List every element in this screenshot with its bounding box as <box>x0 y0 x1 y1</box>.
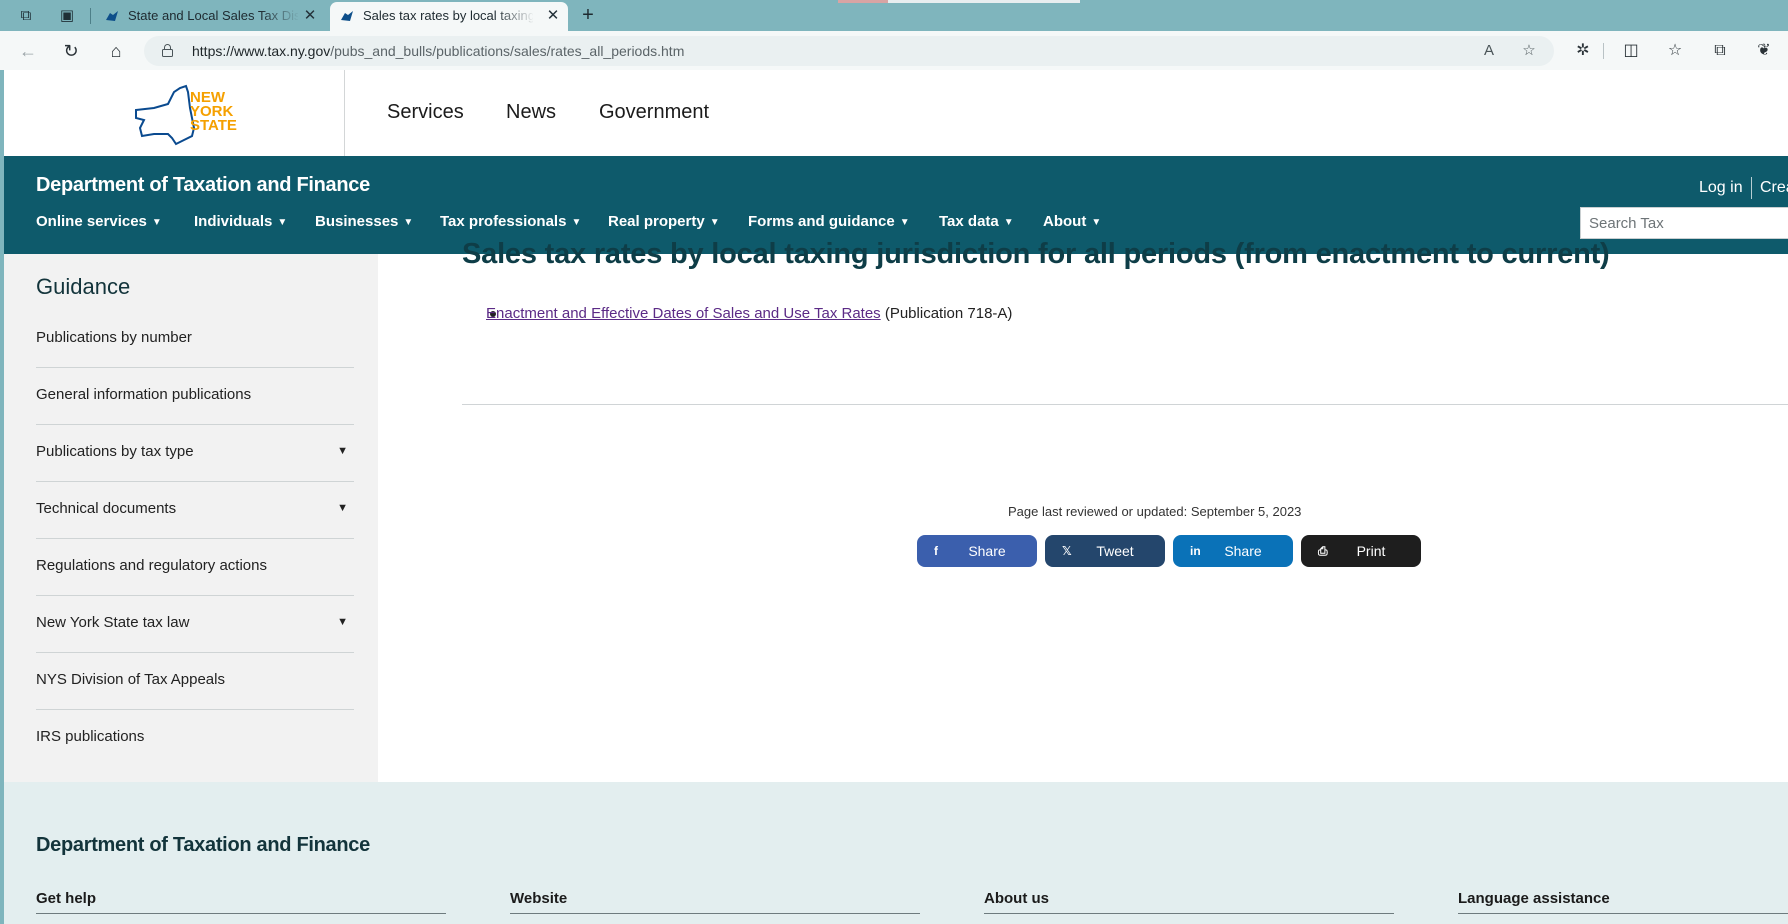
create-account-link[interactable]: Create account <box>1760 179 1788 197</box>
copilot-icon[interactable]: ❦ <box>1752 39 1776 63</box>
page-title: Sales tax rates by local taxing jurisdic… <box>462 238 1610 270</box>
expand-arrow-icon[interactable]: ▼ <box>337 616 348 628</box>
home-icon[interactable]: ⌂ <box>104 39 128 63</box>
sidebar-item-general-information[interactable]: General information publications <box>36 368 354 425</box>
header-divider <box>344 70 345 156</box>
window-edge-decoration <box>838 0 888 3</box>
linkedin-share-button[interactable]: in Share <box>1173 535 1293 567</box>
search-box[interactable] <box>1580 207 1788 239</box>
sidebar-item-irs-publications[interactable]: IRS publications <box>36 710 354 767</box>
caret-down-icon: ▼ <box>151 217 162 228</box>
publication-718a-link[interactable]: Enactment and Effective Dates of Sales a… <box>486 305 881 322</box>
services-link[interactable]: Services <box>387 101 464 124</box>
sidebar-item-publications-by-number[interactable]: Publications by number <box>36 311 354 368</box>
footer-column-get-help[interactable]: Get help <box>36 890 446 914</box>
browser-tab-bar: ⧉ ▣ State and Local Sales Tax Distribu ✕… <box>0 0 1788 31</box>
footer-column-about-us[interactable]: About us <box>984 890 1394 914</box>
favorites-icon[interactable]: ☆ <box>1663 39 1687 63</box>
divider <box>462 404 1788 405</box>
read-aloud-icon[interactable]: A <box>1478 40 1500 62</box>
expand-arrow-icon[interactable]: ▼ <box>337 502 348 514</box>
nav-real-property[interactable]: Real property ▼ <box>608 213 720 230</box>
new-tab-icon[interactable]: + <box>578 4 598 26</box>
browser-tab-sales-tax-rates[interactable]: Sales tax rates by local taxing juri ✕ <box>330 2 568 31</box>
caret-down-icon: ▼ <box>899 217 910 228</box>
collections-icon[interactable]: ⧉ <box>1708 39 1732 63</box>
lock-icon <box>162 44 173 57</box>
caret-down-icon: ▼ <box>277 217 288 228</box>
nys-logo[interactable]: NEW YORK STATE <box>124 78 244 148</box>
page-footer: Department of Taxation and Finance Get h… <box>4 782 1788 924</box>
nav-businesses[interactable]: Businesses ▼ <box>315 213 413 230</box>
caret-down-icon: ▼ <box>709 217 720 228</box>
caret-down-icon: ▼ <box>1003 217 1014 228</box>
svg-text:STATE: STATE <box>190 117 237 134</box>
nav-individuals[interactable]: Individuals ▼ <box>194 213 287 230</box>
facebook-share-button[interactable]: f Share <box>917 535 1037 567</box>
print-button[interactable]: ⎙ Print <box>1301 535 1421 567</box>
nav-tax-data[interactable]: Tax data ▼ <box>939 213 1014 230</box>
list-item: Enactment and Effective Dates of Sales a… <box>486 305 1013 322</box>
footer-column-language-assistance[interactable]: Language assistance <box>1458 890 1788 914</box>
extensions-icon[interactable]: ✲ <box>1571 39 1595 63</box>
nav-about[interactable]: About ▼ <box>1043 213 1101 230</box>
expand-arrow-icon[interactable]: ▼ <box>337 445 348 457</box>
url-text: https://www.tax.ny.gov/pubs_and_bulls/pu… <box>192 43 685 59</box>
close-tab-icon[interactable]: ✕ <box>301 2 319 30</box>
favorite-star-icon[interactable]: ☆ <box>1518 40 1540 62</box>
search-input[interactable] <box>1581 208 1788 238</box>
sidebar-item-regulations[interactable]: Regulations and regulatory actions <box>36 539 354 596</box>
footer-column-website[interactable]: Website <box>510 890 920 914</box>
split-screen-icon[interactable]: ◫ <box>1619 39 1643 63</box>
address-bar: ← ↻ ⌂ https://www.tax.ny.gov/pubs_and_bu… <box>0 31 1788 70</box>
caret-down-icon: ▼ <box>403 217 414 228</box>
window-edge-decoration <box>888 0 1080 3</box>
login-link[interactable]: Log in <box>1699 179 1743 197</box>
nav-tax-professionals[interactable]: Tax professionals ▼ <box>440 213 581 230</box>
collections-icon[interactable]: ⧉ <box>16 6 36 26</box>
sidebar-item-publications-by-tax-type[interactable]: Publications by tax type ▼ <box>36 425 354 482</box>
nys-favicon-icon <box>106 11 118 21</box>
department-title[interactable]: Department of Taxation and Finance <box>36 174 370 197</box>
news-link[interactable]: News <box>506 101 556 124</box>
nys-favicon-icon <box>341 11 353 21</box>
sidebar-item-nys-tax-law[interactable]: New York State tax law ▼ <box>36 596 354 653</box>
caret-down-icon: ▼ <box>1091 217 1102 228</box>
guidance-sidebar: Guidance Publications by number General … <box>4 254 378 782</box>
tab-actions-icon[interactable]: ▣ <box>57 6 77 26</box>
url-field[interactable]: https://www.tax.ny.gov/pubs_and_bulls/pu… <box>144 36 1554 66</box>
refresh-icon[interactable]: ↻ <box>59 39 83 63</box>
sidebar-item-tax-appeals[interactable]: NYS Division of Tax Appeals <box>36 653 354 710</box>
government-link[interactable]: Government <box>599 101 709 124</box>
close-tab-icon[interactable]: ✕ <box>544 2 562 30</box>
nav-online-services[interactable]: Online services ▼ <box>36 213 162 230</box>
nav-forms-and-guidance[interactable]: Forms and guidance ▼ <box>748 213 910 230</box>
back-icon[interactable]: ← <box>16 39 40 63</box>
x-tweet-button[interactable]: 𝕏 Tweet <box>1045 535 1165 567</box>
browser-tab-sales-tax-distribution[interactable]: State and Local Sales Tax Distribu ✕ <box>95 2 325 31</box>
last-reviewed-text: Page last reviewed or updated: September… <box>1008 504 1302 519</box>
footer-department-title: Department of Taxation and Finance <box>36 834 370 856</box>
caret-down-icon: ▼ <box>571 217 582 228</box>
tab-separator <box>90 8 91 24</box>
web-page: NEW YORK STATE Services News Government … <box>4 70 1788 924</box>
sidebar-item-technical-documents[interactable]: Technical documents ▼ <box>36 482 354 539</box>
sidebar-heading: Guidance <box>36 274 131 299</box>
nys-global-header: NEW YORK STATE Services News Government <box>4 70 1788 156</box>
